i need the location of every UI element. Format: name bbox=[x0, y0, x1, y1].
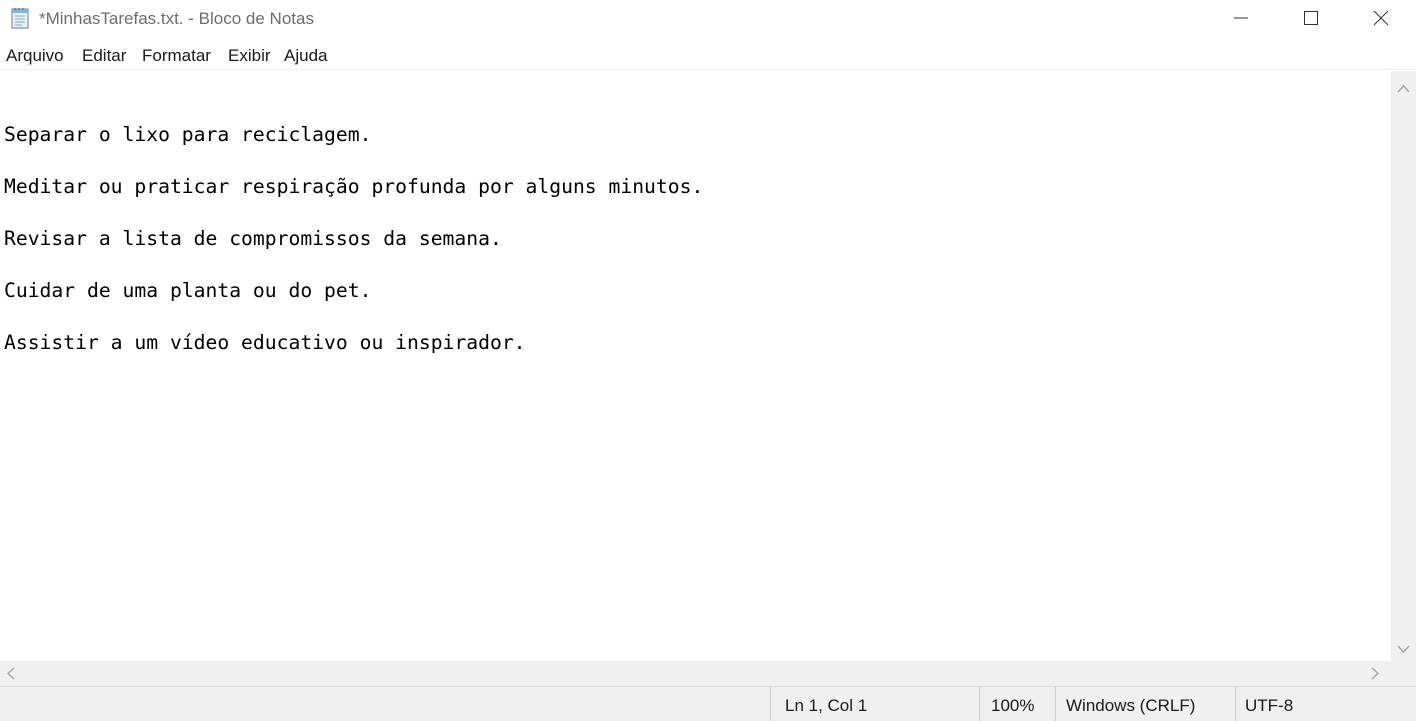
zoom-level: 100% bbox=[979, 687, 1055, 721]
vertical-scrollbar[interactable] bbox=[1391, 71, 1416, 661]
scroll-down-icon[interactable] bbox=[1397, 641, 1410, 659]
menu-bar: Arquivo Editar Formatar Exibir Ajuda bbox=[0, 40, 1416, 70]
text-line: Separar o lixo para reciclagem. bbox=[4, 123, 372, 146]
text-line: Meditar ou praticar respiração profunda … bbox=[4, 175, 704, 198]
menu-editar[interactable]: Editar bbox=[81, 46, 127, 66]
notepad-icon bbox=[9, 6, 33, 30]
minimize-icon bbox=[1233, 10, 1249, 31]
title-bar[interactable]: *MinhasTarefas.txt. - Bloco de Notas bbox=[0, 0, 1416, 40]
menu-exibir[interactable]: Exibir bbox=[227, 46, 272, 66]
cursor-position: Ln 1, Col 1 bbox=[770, 687, 979, 721]
maximize-button[interactable] bbox=[1276, 0, 1346, 40]
scroll-right-icon[interactable] bbox=[1370, 667, 1380, 685]
horizontal-scrollbar[interactable] bbox=[0, 661, 1391, 686]
scroll-left-icon[interactable] bbox=[6, 667, 16, 685]
maximize-icon bbox=[1303, 10, 1319, 31]
text-line: Assistir a um vídeo educativo ou inspira… bbox=[4, 331, 526, 354]
close-icon bbox=[1373, 10, 1389, 31]
encoding: UTF-8 bbox=[1235, 687, 1416, 721]
status-bar: Ln 1, Col 1 100% Windows (CRLF) UTF-8 bbox=[0, 686, 1416, 721]
close-button[interactable] bbox=[1346, 0, 1416, 40]
menu-arquivo[interactable]: Arquivo bbox=[5, 46, 65, 66]
window-title: *MinhasTarefas.txt. - Bloco de Notas bbox=[39, 9, 314, 28]
line-ending: Windows (CRLF) bbox=[1055, 687, 1235, 721]
minimize-button[interactable] bbox=[1206, 0, 1276, 40]
text-line: Cuidar de uma planta ou do pet. bbox=[4, 279, 372, 302]
scrollbar-corner bbox=[1391, 661, 1416, 686]
text-editor[interactable]: Separar o lixo para reciclagem. Meditar … bbox=[0, 71, 1391, 661]
scroll-up-icon[interactable] bbox=[1397, 81, 1410, 99]
menu-ajuda[interactable]: Ajuda bbox=[283, 46, 328, 66]
text-line: Revisar a lista de compromissos da seman… bbox=[4, 227, 502, 250]
menu-formatar[interactable]: Formatar bbox=[141, 46, 212, 66]
